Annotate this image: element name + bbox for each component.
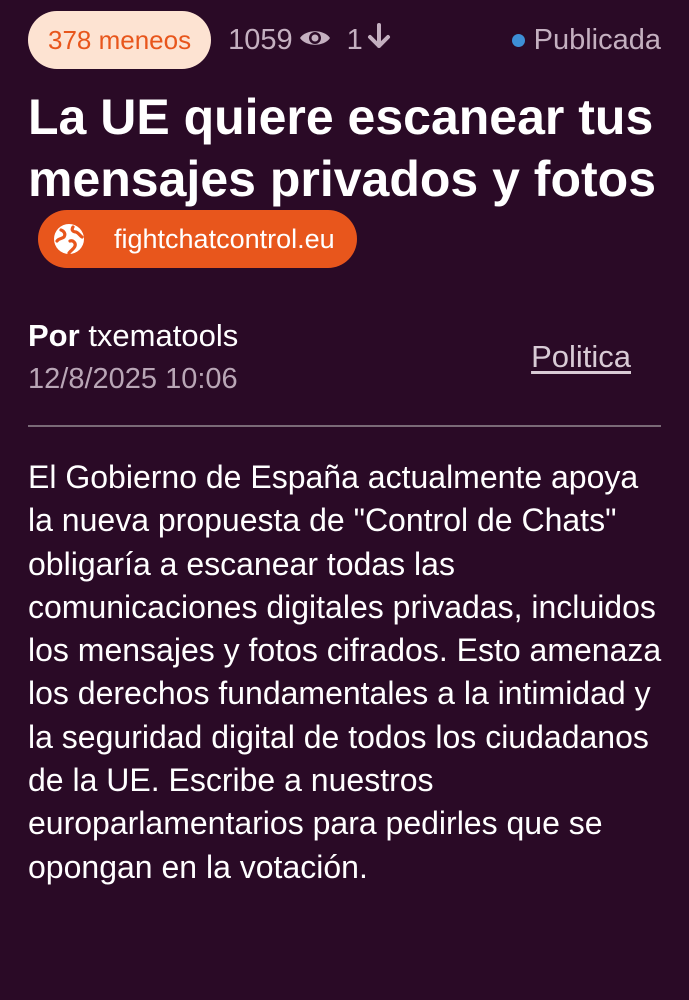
downvotes-count: 1: [346, 23, 363, 56]
status-indicator: Publicada: [511, 23, 661, 57]
source-link-pill[interactable]: fightchatcontrol.eu: [38, 210, 357, 268]
arrow-down-icon: [367, 23, 391, 57]
author-name[interactable]: txematools: [88, 318, 238, 353]
views-count: 1059: [228, 23, 293, 56]
status-label: Publicada: [533, 23, 661, 56]
story-body: El Gobierno de España actualmente apoya …: [28, 459, 662, 885]
views-stat: 1059: [228, 24, 331, 57]
status-dot-icon: [511, 33, 525, 47]
downvotes-stat: 1: [347, 23, 391, 57]
divider: [28, 425, 661, 427]
votes-badge[interactable]: 378 meneos: [28, 11, 212, 69]
author-prefix: Por: [28, 318, 80, 353]
category-link[interactable]: Politica: [531, 339, 631, 375]
story-stats-row: 378 meneos 1059 1 Publicada: [28, 11, 661, 69]
published-date: 12/8/2025 10:06: [28, 363, 238, 395]
author-line: Por txematools: [28, 318, 238, 354]
globe-icon: [52, 222, 86, 256]
story-title-block: La UE quiere escanear tus mensajes priva…: [28, 86, 668, 274]
eye-icon: [299, 24, 331, 57]
story-title[interactable]: La UE quiere escanear tus mensajes priva…: [28, 89, 656, 207]
source-domain: fightchatcontrol.eu: [114, 224, 335, 254]
